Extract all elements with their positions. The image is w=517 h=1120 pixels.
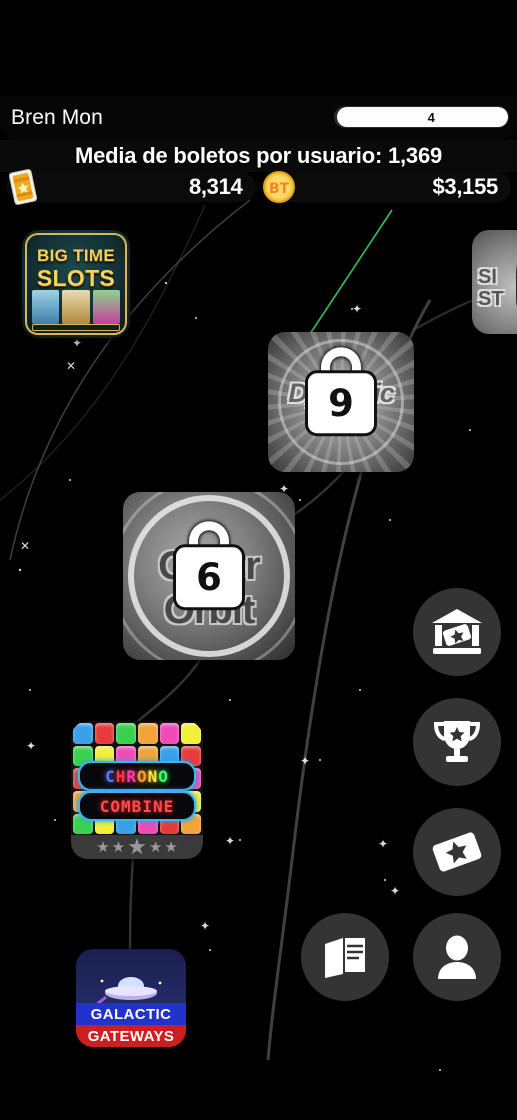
side-game-title-line1: SI	[478, 266, 497, 288]
book-icon	[325, 938, 365, 978]
galactic-banner-top: GALACTIC	[76, 1003, 186, 1025]
coin-icon: BT	[262, 171, 295, 203]
sparkle-icon: ✦	[72, 336, 83, 350]
chrono-combine-title-line1: CHRONO	[105, 766, 169, 786]
svg-text:BT: BT	[268, 181, 289, 197]
slot-reel	[62, 290, 90, 324]
chrono-combine-art: CHRONO COMBINE ★ ★ ★ ★ ★	[71, 721, 203, 859]
galactic-gateways-art: GALACTIC GATEWAYS	[76, 949, 186, 1047]
star-strip: ★ ★ ★ ★ ★	[71, 834, 203, 859]
currency-bars: 8,314 BT $3,155	[0, 169, 517, 206]
ticket-star-icon	[432, 832, 482, 872]
tickets-value: 8,314	[188, 174, 243, 199]
slot-reel	[92, 290, 120, 324]
sparkle-icon: ✕	[66, 359, 77, 373]
galactic-gateways-title-line1: GALACTIC	[90, 1005, 172, 1023]
star-icon: ★	[164, 839, 178, 856]
gem-cell	[94, 723, 115, 744]
sparkle-icon: ✦	[225, 834, 236, 848]
game-tile-side-game[interactable]: SI ST	[472, 230, 517, 334]
big-time-slots-title-line2: SLOTS	[36, 265, 116, 291]
side-game-art: SI ST	[472, 230, 517, 334]
user-bar: Bren Mon 4	[0, 96, 517, 140]
username-label: Bren Mon	[11, 106, 103, 129]
game-tile-big-time-slots[interactable]: BIG TIME SLOTS	[22, 230, 130, 338]
game-tile-galactic-gateways[interactable]: GALACTIC GATEWAYS	[76, 949, 186, 1047]
coins-value: $3,155	[432, 174, 499, 199]
tickets-counter[interactable]: 8,314	[6, 169, 256, 205]
lock-number: 6	[196, 555, 222, 599]
level-progress-bar[interactable]: 4	[334, 106, 509, 128]
game-tile-chrono-combine[interactable]: CHRONO COMBINE ★ ★ ★ ★ ★	[71, 721, 203, 859]
gem-cell	[159, 723, 180, 744]
lock-badge-6: 6	[176, 521, 242, 608]
game-tile-outer-orbit[interactable]: Outer Orbit 6	[123, 492, 295, 660]
sparkle-icon: ✦	[26, 739, 37, 753]
lock-badge-9: 9	[308, 347, 374, 434]
gem-cell	[181, 723, 201, 744]
chrono-title-bar-2: COMBINE	[78, 791, 196, 821]
person-icon	[438, 935, 476, 979]
side-game-title-line2: ST	[478, 288, 504, 310]
game-tile-dynamic-dash[interactable]: Dynamic 9	[268, 332, 414, 472]
gem-cell	[137, 723, 158, 744]
hud-header: Bren Mon 4 Media de boletos por usuario:…	[0, 96, 517, 206]
lock-body-icon: 9	[308, 373, 374, 434]
slot-reel	[32, 290, 60, 324]
trophy-icon	[433, 721, 481, 762]
star-icon: ★	[127, 834, 147, 859]
sparkle-icon: ✦	[300, 754, 311, 768]
gem-cell	[73, 723, 93, 744]
chrono-combine-title-line2: COMBINE	[99, 796, 175, 816]
leaderboard-button[interactable]	[413, 698, 501, 786]
coins-counter[interactable]: BT $3,155	[261, 171, 511, 203]
big-time-slots-art: BIG TIME SLOTS	[22, 230, 130, 338]
galactic-banner-bottom: GATEWAYS	[76, 1025, 186, 1047]
lock-number: 9	[328, 381, 354, 425]
galactic-gateways-title-line2: GATEWAYS	[87, 1027, 175, 1045]
tickets-button[interactable]	[413, 808, 501, 896]
profile-button[interactable]	[413, 913, 501, 1001]
star-icon: ★	[96, 839, 110, 856]
level-number: 4	[427, 109, 436, 125]
sparkle-icon: ✦	[352, 302, 363, 316]
ticket-icon	[8, 169, 38, 205]
chrono-title-bar-1: CHRONO	[78, 761, 196, 791]
news-button[interactable]	[301, 913, 389, 1001]
sparkle-icon: ✦	[390, 884, 401, 898]
slot-reels	[32, 290, 120, 324]
star-icon: ★	[148, 839, 163, 856]
gem-cell	[116, 723, 136, 744]
sparkle-icon: ✦	[200, 919, 211, 933]
game-map-screen: ✦ ✕ ✦ ✦ ✕ ✦ ✦ ✦ ✦ ✦ ✦ ✦ Bren Mon 4 Media…	[0, 0, 517, 1120]
tile-divider	[32, 324, 120, 331]
star-icon: ★	[111, 839, 126, 856]
big-time-slots-title-line1: BIG TIME	[37, 246, 115, 265]
sparkle-icon: ✦	[378, 837, 389, 851]
prize-bank-button[interactable]	[413, 588, 501, 676]
sparkle-icon: ✕	[20, 539, 31, 553]
lock-body-icon: 6	[176, 547, 242, 608]
bank-ticket-icon	[432, 609, 482, 654]
